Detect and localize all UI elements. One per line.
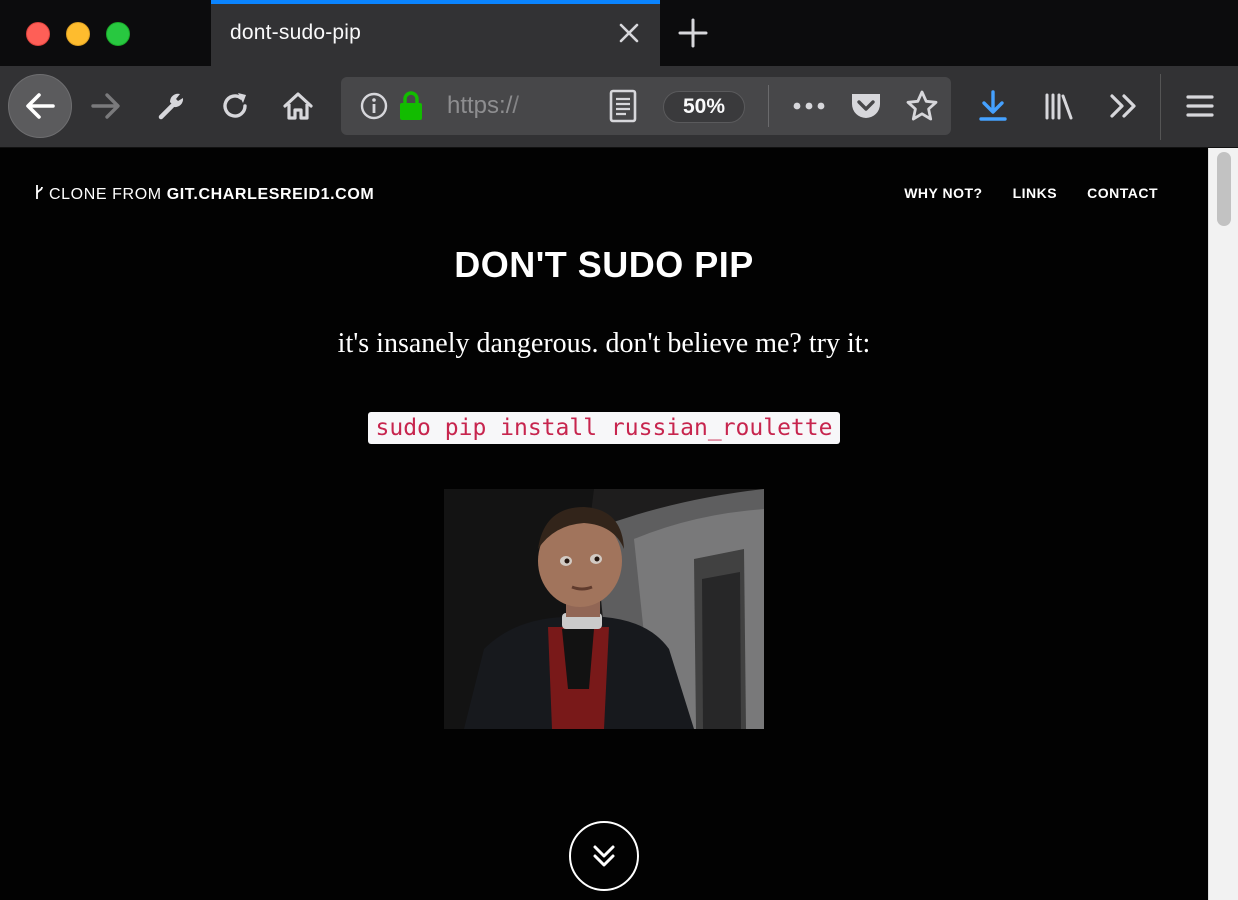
page-subtitle: it's insanely dangerous. don't believe m… [337, 328, 871, 359]
info-icon [360, 92, 388, 120]
vertical-scrollbar[interactable] [1208, 148, 1238, 900]
navigation-toolbar: https:// 50% [0, 66, 1238, 148]
back-arrow-icon [26, 93, 55, 119]
download-icon [979, 90, 1007, 121]
reader-view-icon [609, 89, 637, 123]
site-brand-link[interactable]: CLONE FROM GIT.CHARLESREID1.COM [33, 184, 374, 204]
forward-arrow-icon [91, 93, 120, 119]
overflow-menu-button[interactable] [1100, 83, 1146, 129]
star-icon [906, 90, 938, 121]
home-button[interactable] [275, 83, 321, 129]
zoom-window-button[interactable] [106, 22, 130, 46]
downloads-button[interactable] [970, 83, 1016, 129]
more-dots-icon [793, 102, 825, 110]
close-window-button[interactable] [26, 22, 50, 46]
zoom-level-badge[interactable]: 50% [663, 91, 745, 123]
double-chevron-down-icon [593, 845, 615, 867]
back-button[interactable] [8, 74, 72, 138]
new-tab-button[interactable] [677, 17, 709, 49]
brand-prefix: CLONE FROM [49, 186, 167, 203]
plus-icon [678, 18, 708, 48]
tab-close-button[interactable] [614, 18, 644, 48]
page-title: DON'T SUDO PIP [454, 244, 754, 285]
site-nav: WHY NOT? LINKS CONTACT [904, 185, 1158, 201]
hamburger-menu-icon [1186, 95, 1214, 117]
home-icon [283, 92, 313, 120]
url-bar-separator [768, 85, 769, 127]
developer-tools-button[interactable] [147, 83, 193, 129]
chevrons-right-icon [1110, 94, 1136, 118]
minimize-window-button[interactable] [66, 22, 90, 46]
app-menu-button[interactable] [1177, 83, 1223, 129]
close-icon [619, 23, 639, 43]
active-tab[interactable]: dont-sudo-pip [211, 0, 660, 66]
tab-title: dont-sudo-pip [230, 21, 362, 44]
library-button[interactable] [1036, 83, 1082, 129]
url-text[interactable]: https:// [447, 92, 519, 120]
nav-link-why-not[interactable]: WHY NOT? [904, 185, 982, 201]
reload-button[interactable] [212, 83, 258, 129]
pocket-icon [852, 94, 880, 118]
command-snippet: sudo pip install russian_roulette [368, 412, 840, 444]
reader-view-button[interactable] [600, 83, 646, 129]
wrench-icon [158, 93, 184, 120]
git-branch-icon [36, 185, 43, 199]
nav-link-links[interactable]: LINKS [1013, 185, 1058, 201]
forward-button[interactable] [83, 83, 129, 129]
tab-bar: dont-sudo-pip [0, 0, 1238, 66]
toolbar-separator [1160, 74, 1161, 140]
reload-icon [223, 93, 247, 118]
library-icon [1045, 93, 1073, 120]
page-actions-button[interactable] [786, 83, 832, 129]
lock-icon [400, 91, 422, 120]
reaction-gif [444, 489, 764, 729]
scrollbar-thumb[interactable] [1217, 152, 1231, 226]
brand-domain: GIT.CHARLESREID1.COM [166, 186, 375, 203]
url-fade [511, 87, 541, 125]
scroll-down-button[interactable] [569, 821, 639, 891]
page-viewport: CLONE FROM GIT.CHARLESREID1.COM WHY NOT?… [0, 148, 1208, 900]
tab-accent-line [211, 0, 660, 4]
nav-link-contact[interactable]: CONTACT [1087, 185, 1158, 201]
url-bar[interactable]: https:// 50% [341, 77, 951, 135]
bookmark-star-button[interactable] [899, 83, 945, 129]
save-to-pocket-button[interactable] [843, 83, 889, 129]
connection-secure-indicator[interactable] [391, 83, 431, 129]
